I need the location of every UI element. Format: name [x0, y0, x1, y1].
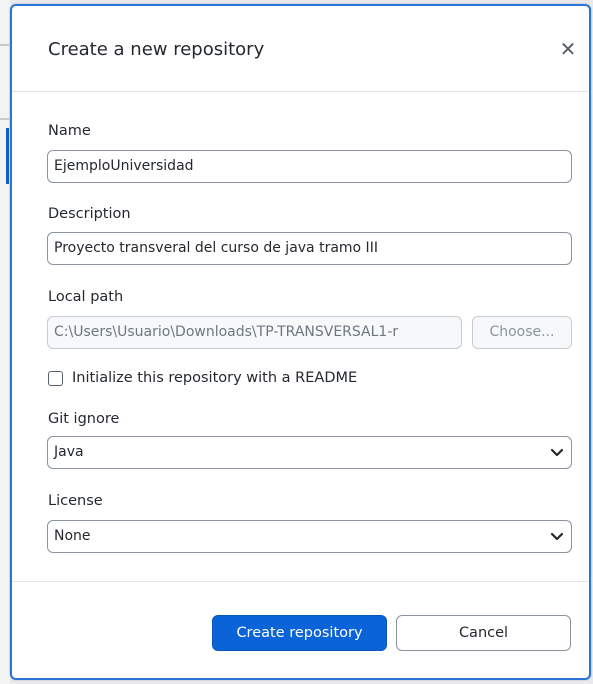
name-input[interactable]: EjemploUniversidad [47, 150, 572, 183]
local-path-label: Local path [48, 289, 124, 305]
git-ignore-selected: Java [54, 444, 84, 460]
git-ignore-select[interactable]: Java [47, 436, 572, 469]
chevron-down-icon [551, 532, 563, 541]
cancel-button[interactable]: Cancel [396, 615, 571, 651]
background-window-edge [0, 0, 10, 684]
background-divider [0, 118, 10, 120]
license-label: License [48, 493, 103, 509]
license-selected: None [54, 528, 91, 544]
readme-checkbox-label: Initialize this repository with a README [72, 370, 358, 386]
name-label: Name [48, 123, 91, 139]
background-divider [0, 44, 10, 46]
local-path-input: C:\Users\Usuario\Downloads\TP-TRANSVERSA… [47, 316, 462, 349]
close-icon[interactable]: ✕ [555, 36, 581, 62]
readme-checkbox[interactable] [48, 371, 63, 386]
description-label: Description [48, 206, 131, 222]
choose-button: Choose... [472, 316, 572, 349]
create-repository-dialog: Create a new repository ✕ Name EjemploUn… [10, 4, 591, 680]
chevron-down-icon [551, 448, 563, 457]
create-repository-button[interactable]: Create repository [212, 615, 387, 651]
git-ignore-label: Git ignore [48, 411, 120, 427]
license-select[interactable]: None [47, 520, 572, 553]
description-input[interactable]: Proyecto transveral del curso de java tr… [47, 232, 572, 265]
dialog-title: Create a new repository [48, 39, 265, 60]
dialog-header: Create a new repository ✕ [12, 6, 589, 92]
